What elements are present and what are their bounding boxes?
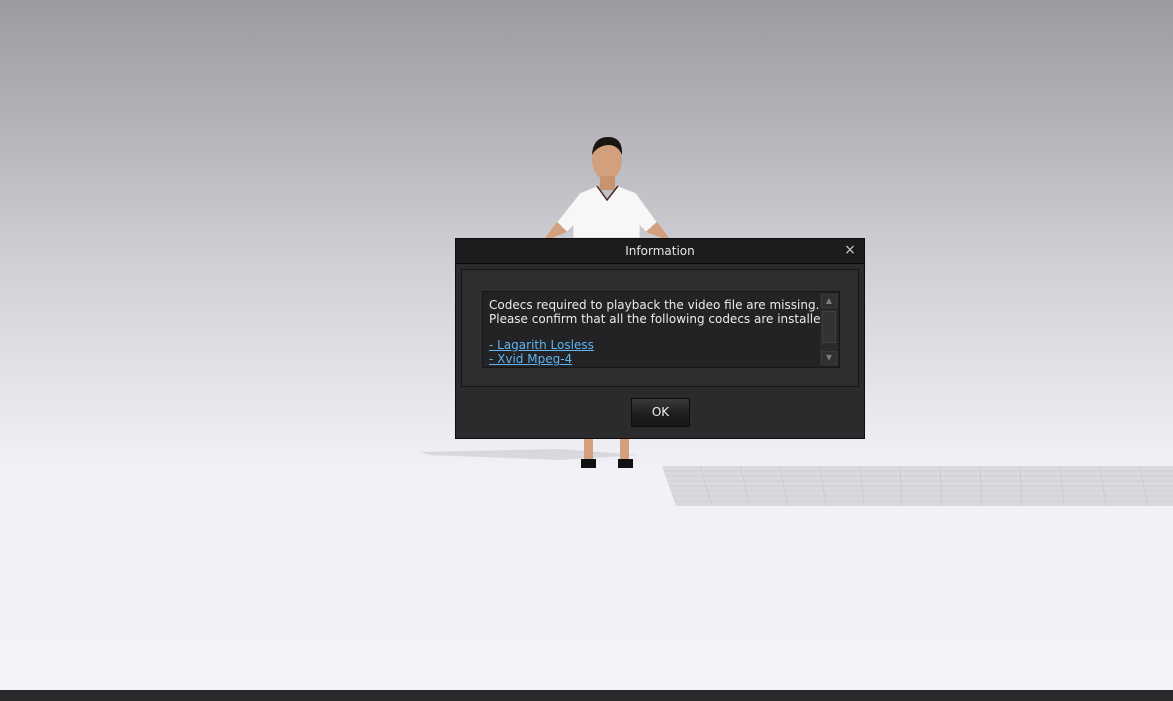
information-dialog: Information × Codecs required to playbac…	[455, 238, 865, 439]
dialog-titlebar[interactable]: Information ×	[456, 239, 864, 264]
scroll-up-arrow-icon[interactable]: ▲	[821, 294, 837, 308]
dialog-content-panel: Codecs required to playback the video fi…	[461, 269, 859, 387]
message-box: Codecs required to playback the video fi…	[482, 291, 840, 368]
codec-link-lagarith[interactable]: - Lagarith Losless	[489, 338, 594, 352]
scroll-down-arrow-icon[interactable]: ▼	[821, 351, 837, 365]
bottom-status-bar	[0, 690, 1173, 701]
message-line: Please confirm that all the following co…	[489, 312, 833, 326]
scroll-thumb[interactable]	[822, 311, 836, 343]
message-line: Codecs required to playback the video fi…	[489, 298, 820, 312]
vertical-scrollbar[interactable]: ▲ ▼	[820, 293, 838, 366]
codec-link-xvid[interactable]: - Xvid Mpeg-4	[489, 352, 594, 366]
ok-button[interactable]: OK	[631, 398, 690, 427]
close-icon[interactable]: ×	[842, 242, 858, 258]
message-text: Codecs required to playback the video fi…	[489, 298, 833, 326]
dialog-title: Information	[625, 244, 695, 258]
codec-links-list: - Lagarith Losless - Xvid Mpeg-4	[489, 338, 594, 366]
